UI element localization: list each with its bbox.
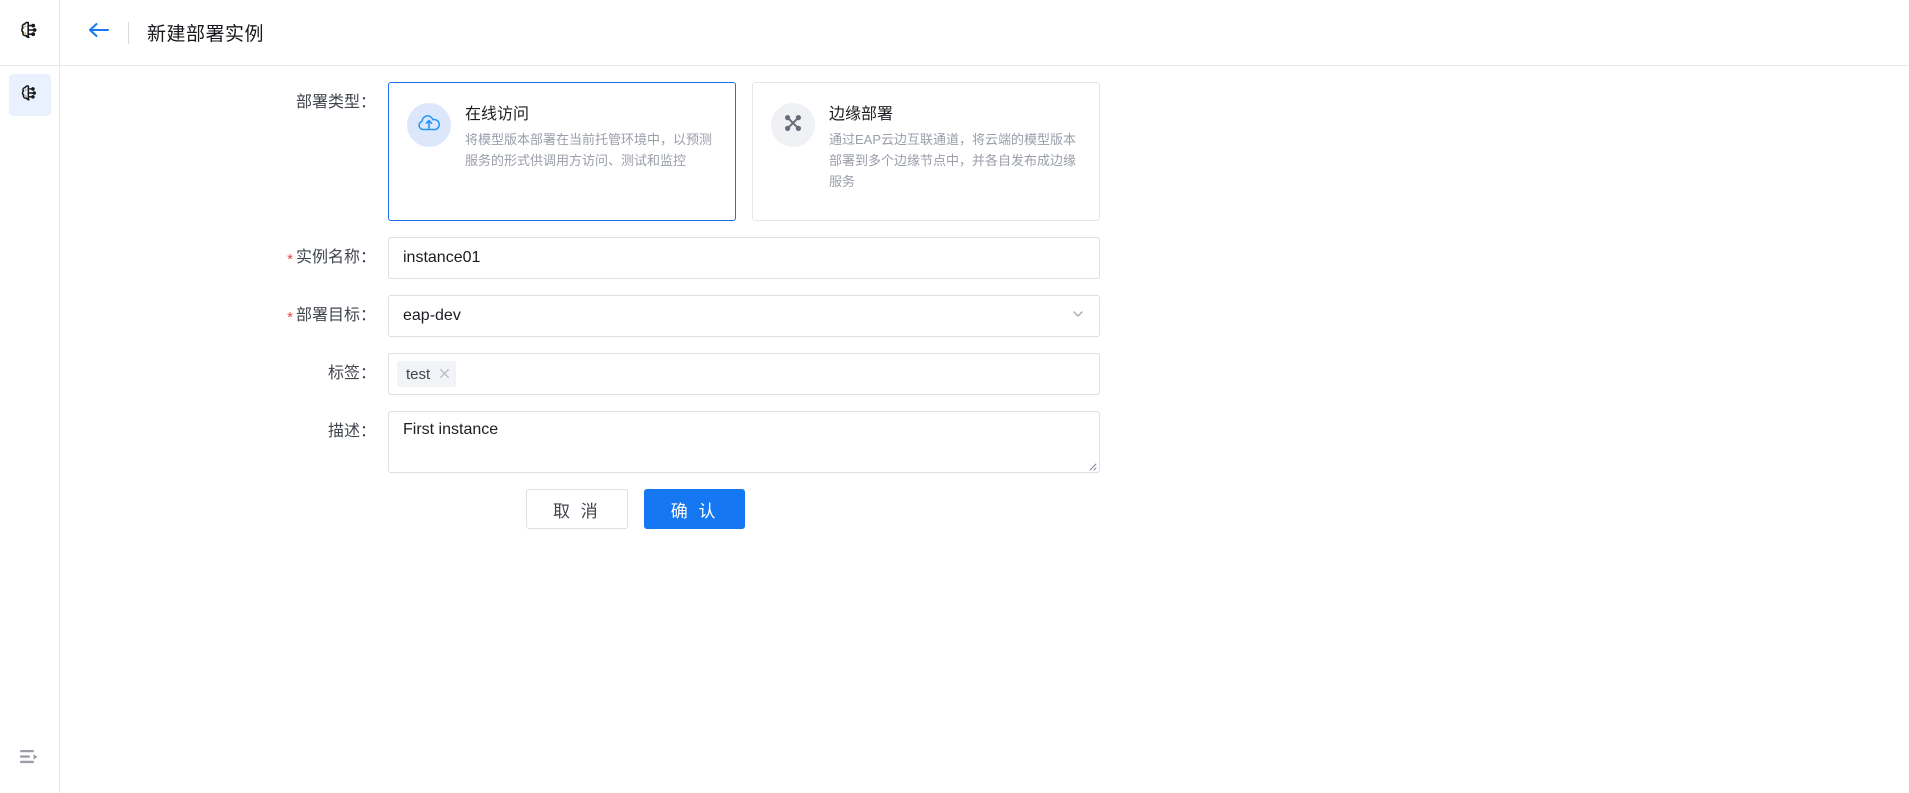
deploy-type-cards: 在线访问 将模型版本部署在当前托管环境中，以预测服务的形式供调用方访问、测试和监…: [388, 82, 1100, 221]
deploy-type-card-online[interactable]: 在线访问 将模型版本部署在当前托管环境中，以预测服务的形式供调用方访问、测试和监…: [388, 82, 736, 221]
back-button[interactable]: [86, 20, 112, 46]
sidebar-nav: [0, 66, 59, 116]
deploy-type-label: 部署类型：: [295, 94, 376, 111]
description-label: 描述：: [327, 423, 376, 440]
field-instance-name: * 实例名称： instance01: [60, 237, 1909, 279]
top-bar: 新建部署实例: [60, 0, 1909, 66]
main-area: 新建部署实例 部署类型： 在线访问 将模型版本部署在当前托管环境中，以预测服务的…: [60, 0, 1909, 793]
deploy-target-select[interactable]: eap-dev: [388, 295, 1100, 337]
tags-label: 标签：: [327, 365, 376, 382]
close-icon[interactable]: [439, 367, 450, 381]
chevron-down-icon[interactable]: [1071, 307, 1085, 326]
page-title: 新建部署实例: [147, 24, 265, 45]
instance-name-input[interactable]: instance01: [388, 237, 1100, 279]
arrow-left-icon: [87, 20, 111, 45]
header-divider: [128, 21, 129, 44]
field-tags: 标签： test: [60, 353, 1909, 395]
sidebar-collapse-toggle[interactable]: [0, 748, 60, 771]
edge-nodes-icon: [781, 111, 805, 140]
form-content: 部署类型： 在线访问 将模型版本部署在当前托管环境中，以预测服务的形式供调用方访…: [60, 66, 1909, 793]
ai-network-icon: [18, 81, 42, 110]
deploy-target-label: * 部署目标：: [60, 295, 388, 337]
description-textarea[interactable]: First instance: [388, 411, 1100, 473]
tag-label: test: [406, 365, 431, 383]
label-text: 实例名称：: [295, 249, 376, 266]
cancel-button[interactable]: 取 消: [526, 489, 628, 529]
required-marker: *: [287, 251, 293, 268]
sidebar-item-model-service[interactable]: [8, 74, 51, 116]
card-description: 通过EAP云边互联通道，将云端的模型版本部署到多个边缘节点中，并各自发布成边缘服…: [829, 132, 1077, 189]
card-icon-wrapper: [771, 103, 815, 147]
card-title: 在线访问: [465, 106, 530, 123]
confirm-button[interactable]: 确 认: [643, 489, 746, 529]
sidebar-expand-icon: [19, 748, 41, 771]
form-actions: 取 消 确 认: [526, 489, 1909, 529]
field-description: 描述： First instance: [60, 411, 1909, 473]
resize-grip-icon[interactable]: [1085, 458, 1097, 471]
sidebar: [0, 0, 60, 793]
tag-chip: test: [397, 361, 457, 387]
tags-input[interactable]: test: [388, 353, 1100, 395]
instance-name-label: * 实例名称：: [60, 237, 388, 279]
app-logo[interactable]: [0, 0, 60, 66]
deploy-target-value: eap-dev: [403, 307, 461, 324]
card-icon-wrapper: [407, 103, 451, 147]
card-description: 将模型版本部署在当前托管环境中，以预测服务的形式供调用方访问、测试和监控: [465, 132, 713, 168]
field-deploy-target: * 部署目标： eap-dev: [60, 295, 1909, 337]
label-text: 部署目标：: [295, 307, 376, 324]
ai-network-icon: [17, 17, 43, 48]
field-deploy-type: 部署类型： 在线访问 将模型版本部署在当前托管环境中，以预测服务的形式供调用方访…: [60, 82, 1909, 221]
cloud-upload-icon: [417, 111, 441, 140]
required-marker: *: [287, 309, 293, 326]
deploy-type-card-edge[interactable]: 边缘部署 通过EAP云边互联通道，将云端的模型版本部署到多个边缘节点中，并各自发…: [752, 82, 1100, 221]
app-root: 新建部署实例 部署类型： 在线访问 将模型版本部署在当前托管环境中，以预测服务的…: [0, 0, 1909, 793]
description-value: First instance: [403, 421, 499, 438]
card-title: 边缘部署: [829, 106, 894, 123]
